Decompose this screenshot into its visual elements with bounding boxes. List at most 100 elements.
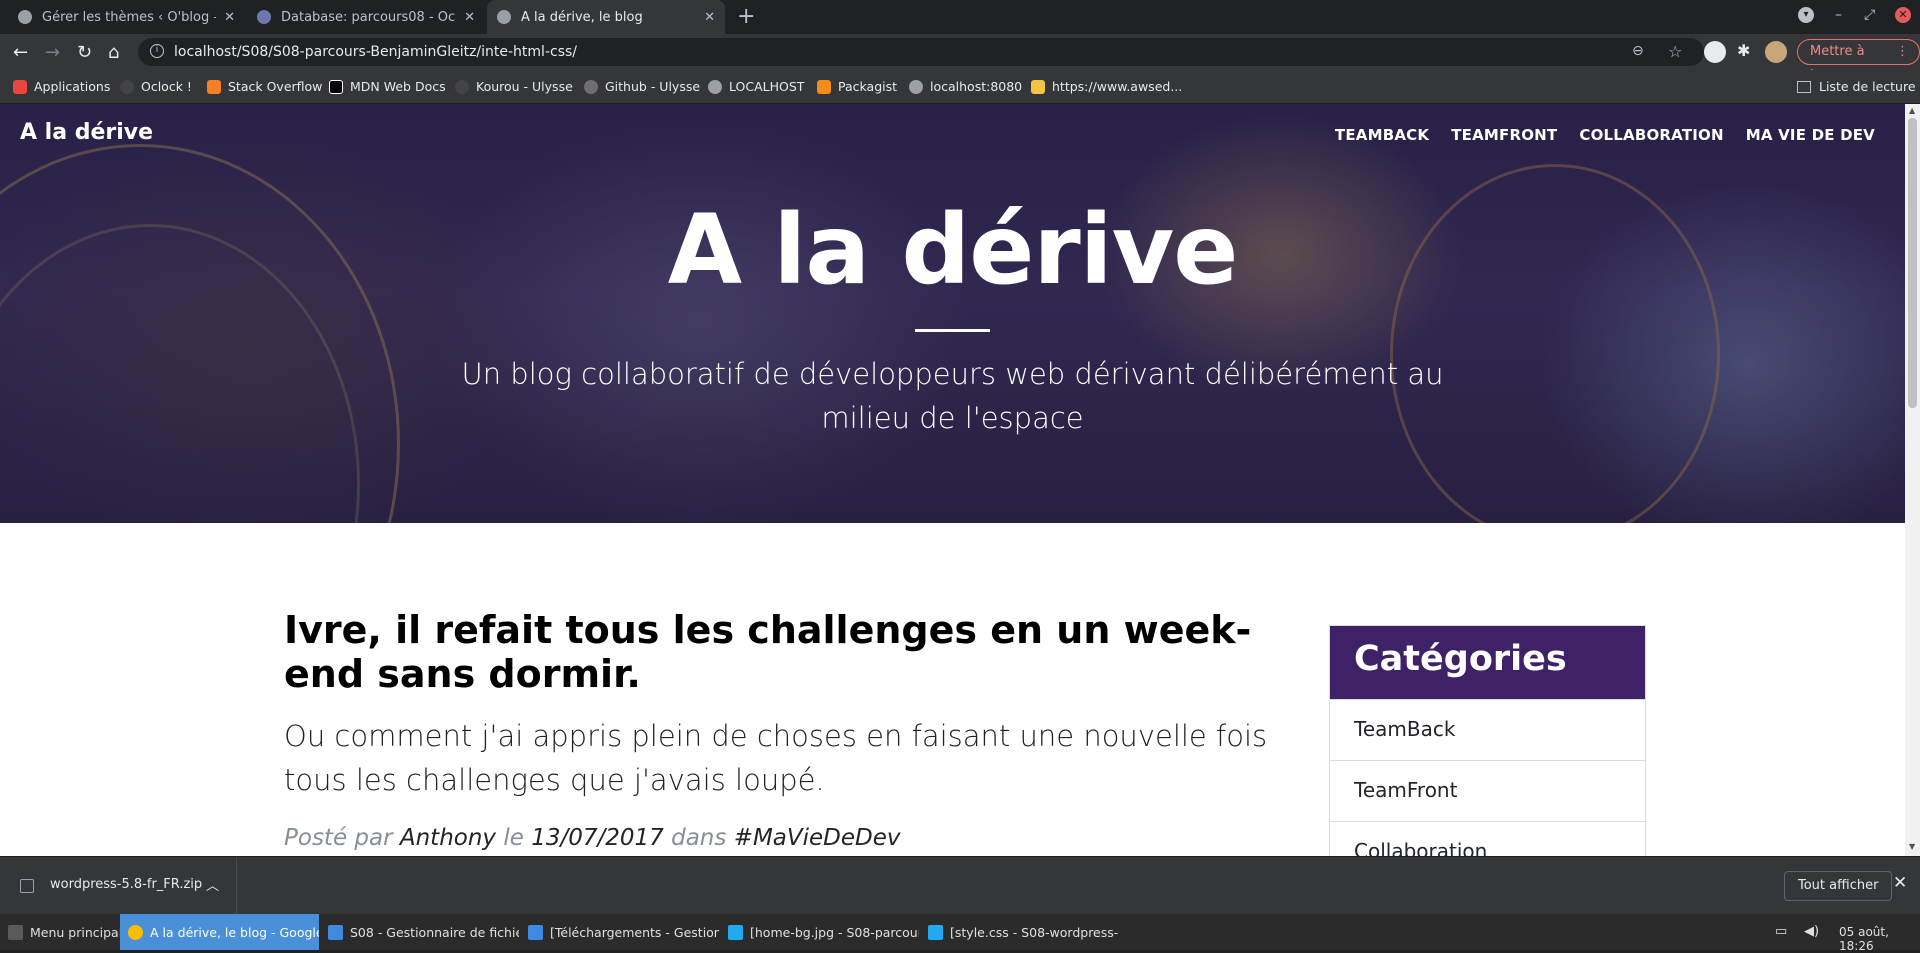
- post-title[interactable]: Ivre, il refait tous les challenges en u…: [284, 608, 1264, 696]
- tab-search-icon[interactable]: ▾: [1798, 7, 1814, 23]
- clock[interactable]: 05 août, 18:26: [1839, 925, 1920, 953]
- reading-list-button[interactable]: Liste de lecture: [1797, 79, 1916, 94]
- address-bar[interactable]: i localhost/S08/S08-parcours-BenjaminGle…: [138, 38, 1704, 66]
- reading-list-icon: [1797, 80, 1811, 93]
- bookmark-kourou[interactable]: Kourou - Ulysse: [455, 79, 573, 94]
- close-icon[interactable]: ✕: [224, 10, 235, 25]
- bookmark-label: Packagist: [838, 79, 898, 94]
- os-taskbar: Menu principal A la dérive, le blog - Go…: [0, 914, 1920, 953]
- bookmark-localhost-8080[interactable]: localhost:8080: [909, 79, 1022, 94]
- site-brand[interactable]: A la dérive: [20, 120, 153, 145]
- show-all-button[interactable]: Tout afficher: [1784, 871, 1893, 901]
- wordpress-icon: [18, 10, 32, 24]
- reading-list-label: Liste de lecture: [1819, 79, 1916, 94]
- minimize-icon[interactable]: –: [1835, 7, 1842, 23]
- categories-sidebar: Catégories TeamBack TeamFront Collaborat…: [1329, 625, 1646, 856]
- sidebar-title: Catégories: [1330, 626, 1645, 699]
- tab-strip: Gérer les thèmes ‹ O'blog — W ✕ Database…: [0, 0, 1920, 34]
- reload-icon[interactable]: ↻: [77, 42, 92, 63]
- scroll-down-icon[interactable]: ▼: [1909, 842, 1915, 851]
- new-tab-button[interactable]: +: [737, 4, 755, 29]
- nav-item-teamfront[interactable]: TEAMFRONT: [1451, 126, 1557, 144]
- bookmark-github[interactable]: Github - Ulysse: [584, 79, 700, 94]
- download-item[interactable]: wordpress-5.8-fr_FR.zip ︿: [0, 857, 237, 915]
- close-icon[interactable]: ✕: [704, 10, 715, 25]
- task-file-manager[interactable]: S08 - Gestionnaire de fichiers: [320, 914, 519, 950]
- chrome-icon: [128, 924, 143, 940]
- main-nav: TEAMBACK TEAMFRONT COLLABORATION MA VIE …: [1313, 126, 1875, 144]
- nav-item-teamback[interactable]: TEAMBACK: [1335, 126, 1429, 144]
- oclock-icon: [120, 79, 134, 94]
- bookmark-oclock[interactable]: Oclock !: [120, 79, 192, 94]
- post-category-link[interactable]: #MaVieDeDev: [734, 825, 901, 851]
- task-label: [Téléchargements - Gestionn...: [550, 924, 719, 940]
- kourou-icon: [455, 79, 469, 94]
- start-menu-label: Menu principal: [30, 924, 123, 940]
- globe-icon: [708, 79, 722, 94]
- bookmark-label: LOCALHOST: [729, 79, 805, 94]
- sidebar-item-teamback[interactable]: TeamBack: [1330, 699, 1645, 760]
- site-info-icon[interactable]: i: [150, 44, 164, 58]
- close-icon[interactable]: ✕: [464, 10, 475, 25]
- sidebar-item-collaboration[interactable]: Collaboration: [1330, 821, 1645, 856]
- zoom-icon[interactable]: ⊖: [1632, 43, 1644, 59]
- bookmark-star-icon[interactable]: ☆: [1668, 42, 1682, 61]
- bookmark-label: MDN Web Docs: [350, 79, 446, 94]
- nav-item-collaboration[interactable]: COLLABORATION: [1579, 126, 1723, 144]
- network-icon[interactable]: ▭: [1775, 924, 1787, 939]
- volume-icon[interactable]: ◀): [1804, 924, 1819, 939]
- tab-title: Database: parcours08 - Oclock: [281, 9, 456, 25]
- page-viewport: A la dérive TEAMBACK TEAMFRONT COLLABORA…: [0, 104, 1905, 856]
- tab-title: A la dérive, le blog: [521, 9, 643, 25]
- bookmark-stackoverflow[interactable]: Stack Overflow: [207, 79, 322, 94]
- bookmark-label: https://www.awsed...: [1052, 79, 1183, 94]
- menu-icon: [8, 924, 23, 940]
- bookmark-applications[interactable]: Applications: [13, 79, 110, 94]
- sidebar-item-teamfront[interactable]: TeamFront: [1330, 760, 1645, 821]
- hero-divider: [915, 329, 990, 332]
- post-author-link[interactable]: Anthony: [400, 825, 496, 851]
- update-button[interactable]: Mettre à jour ⋮: [1797, 39, 1920, 83]
- task-vscode-style[interactable]: [style.css - S08-wordpress-St...: [920, 914, 1119, 950]
- meta-category-label: dans: [671, 825, 727, 851]
- restore-icon[interactable]: ⤢: [1864, 7, 1875, 23]
- hero-title: A la dérive: [667, 194, 1239, 306]
- bookmark-label: Kourou - Ulysse: [476, 79, 573, 94]
- bookmark-packagist[interactable]: Packagist: [817, 79, 897, 94]
- url-text[interactable]: localhost/S08/S08-parcours-BenjaminGleit…: [174, 44, 577, 60]
- extensions-puzzle-icon[interactable]: ✱: [1737, 41, 1750, 60]
- home-icon[interactable]: ⌂: [108, 42, 119, 63]
- tab-themes[interactable]: Gérer les thèmes ‹ O'blog — W ✕: [8, 0, 245, 34]
- task-downloads-folder[interactable]: [Téléchargements - Gestionn...: [520, 914, 719, 950]
- task-vscode-image[interactable]: [home-bg.jpg - S08-parcours...: [720, 914, 919, 950]
- window-close-icon[interactable]: ✕: [1895, 7, 1911, 23]
- back-icon[interactable]: ←: [13, 42, 28, 63]
- stackoverflow-icon: [207, 79, 221, 94]
- task-chrome[interactable]: A la dérive, le blog - Google ...: [120, 914, 319, 950]
- meta-posted-label: Posté par: [284, 825, 393, 851]
- hero-header: A la dérive TEAMBACK TEAMFRONT COLLABORA…: [0, 104, 1905, 523]
- scrollbar-thumb[interactable]: [1908, 118, 1917, 408]
- task-label: A la dérive, le blog - Google ...: [150, 924, 319, 940]
- scroll-up-icon[interactable]: ▲: [1909, 106, 1915, 115]
- database-icon: [257, 10, 271, 24]
- chevron-up-icon[interactable]: ︿: [206, 875, 219, 894]
- nav-item-ma-vie-de-dev[interactable]: MA VIE DE DEV: [1746, 126, 1875, 144]
- bookmark-localhost[interactable]: LOCALHOST: [708, 79, 804, 94]
- profile-extension-icon[interactable]: [1704, 41, 1726, 63]
- tab-blog[interactable]: A la dérive, le blog ✕: [487, 0, 725, 34]
- tab-database[interactable]: Database: parcours08 - Oclock ✕: [247, 0, 485, 34]
- bookmark-awsed[interactable]: https://www.awsed...: [1031, 79, 1182, 94]
- task-label: S08 - Gestionnaire de fichiers: [350, 924, 519, 940]
- forward-icon[interactable]: →: [45, 42, 60, 63]
- close-icon[interactable]: ✕: [1893, 873, 1907, 893]
- page-scrollbar[interactable]: ▲ ▼: [1905, 104, 1920, 856]
- github-icon: [584, 79, 598, 94]
- downloads-bar: wordpress-5.8-fr_FR.zip ︿ Tout afficher …: [0, 856, 1920, 915]
- post-date: 13/07/2017: [531, 825, 664, 851]
- package-icon: [1031, 79, 1045, 94]
- bookmark-mdn[interactable]: MDN Web Docs: [329, 79, 446, 94]
- apps-grid-icon: [13, 79, 27, 94]
- start-menu-button[interactable]: Menu principal: [0, 914, 122, 950]
- avatar[interactable]: [1765, 41, 1787, 63]
